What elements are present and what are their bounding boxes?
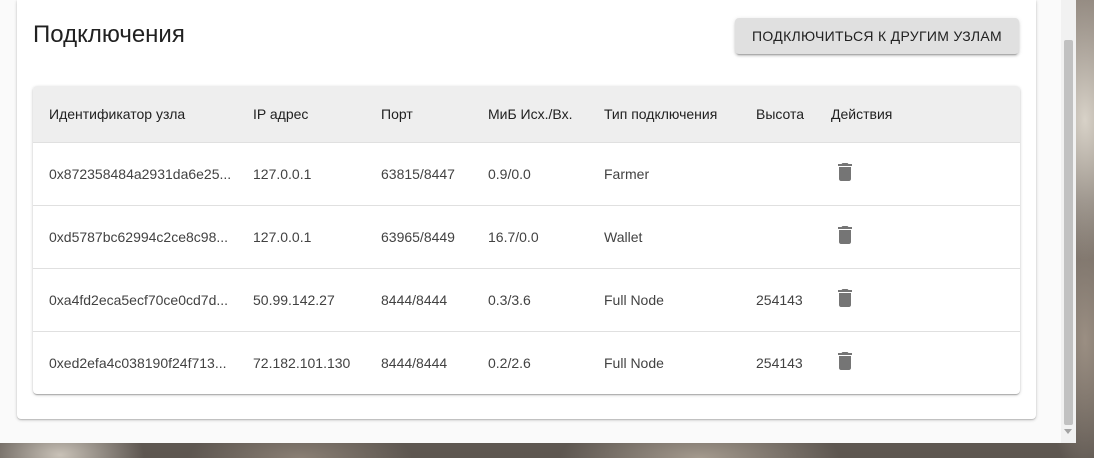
cell-height: 254143 <box>756 354 803 371</box>
cell-height <box>740 142 815 205</box>
header-node-id: Идентификатор узла <box>49 105 186 122</box>
cell-ip: 127.0.0.1 <box>253 228 312 245</box>
cell-ip: 50.99.142.27 <box>253 291 335 308</box>
cell-port: 63815/8447 <box>381 165 455 182</box>
header-height: Высота <box>756 105 805 122</box>
cell-ip: 127.0.0.1 <box>253 165 312 182</box>
table-row: 0xed2efa4c038190f24f713... 72.182.101.13… <box>33 331 1020 394</box>
vertical-scrollbar[interactable] <box>1061 0 1076 443</box>
cell-type: Full Node <box>604 354 664 371</box>
cell-actions <box>815 205 1020 268</box>
header-connection-type: Тип подключения <box>604 105 718 122</box>
trash-icon[interactable] <box>833 286 857 310</box>
header-ip: IP адрес <box>253 105 309 122</box>
connections-table: Идентификатор узла IP адрес Порт МиБ Исх… <box>33 86 1020 394</box>
cell-node-id: 0xd5787bc62994c2ce8c98... <box>49 228 229 245</box>
page-title: Подключения <box>33 21 185 48</box>
cell-actions <box>815 268 1020 331</box>
cell-height <box>740 205 815 268</box>
table-header-row: Идентификатор узла IP адрес Порт МиБ Исх… <box>33 86 1020 142</box>
cell-actions <box>815 142 1020 205</box>
table-row: 0x872358484a2931da6e25... 127.0.0.1 6381… <box>33 142 1020 205</box>
connect-to-other-nodes-button[interactable]: ПОДКЛЮЧИТЬСЯ К ДРУГИМ УЗЛАМ <box>735 18 1019 54</box>
scrollbar-thumb[interactable] <box>1064 40 1073 425</box>
cell-mib: 16.7/0.0 <box>488 228 539 245</box>
cell-mib: 0.9/0.0 <box>488 165 531 182</box>
table-row: 0xd5787bc62994c2ce8c98... 127.0.0.1 6396… <box>33 205 1020 268</box>
app-window: Подключения ПОДКЛЮЧИТЬСЯ К ДРУГИМ УЗЛАМ … <box>0 0 1061 443</box>
trash-icon[interactable] <box>833 349 857 373</box>
cell-mib: 0.2/2.6 <box>488 354 531 371</box>
cell-node-id: 0xa4fd2eca5ecf70ce0cd7d... <box>49 291 229 308</box>
cell-actions <box>815 331 1020 394</box>
trash-icon[interactable] <box>833 160 857 184</box>
cell-type: Farmer <box>604 165 650 182</box>
table-row: 0xa4fd2eca5ecf70ce0cd7d... 50.99.142.27 … <box>33 268 1020 331</box>
cell-type: Wallet <box>604 228 643 245</box>
header-mib: МиБ Исх./Вх. <box>488 105 573 122</box>
cell-ip: 72.182.101.130 <box>253 354 351 371</box>
connections-card: Подключения ПОДКЛЮЧИТЬСЯ К ДРУГИМ УЗЛАМ … <box>17 0 1036 419</box>
scroll-down-arrow-icon[interactable] <box>1064 429 1072 434</box>
cell-height: 254143 <box>756 291 803 308</box>
cell-port: 63965/8449 <box>381 228 455 245</box>
trash-icon[interactable] <box>833 223 857 247</box>
cell-node-id: 0xed2efa4c038190f24f713... <box>49 354 227 371</box>
cell-port: 8444/8444 <box>381 354 448 371</box>
cell-port: 8444/8444 <box>381 291 448 308</box>
cell-type: Full Node <box>604 291 664 308</box>
header-actions: Действия <box>831 105 893 122</box>
cell-node-id: 0x872358484a2931da6e25... <box>49 165 232 182</box>
cell-mib: 0.3/3.6 <box>488 291 531 308</box>
header-port: Порт <box>381 105 413 122</box>
